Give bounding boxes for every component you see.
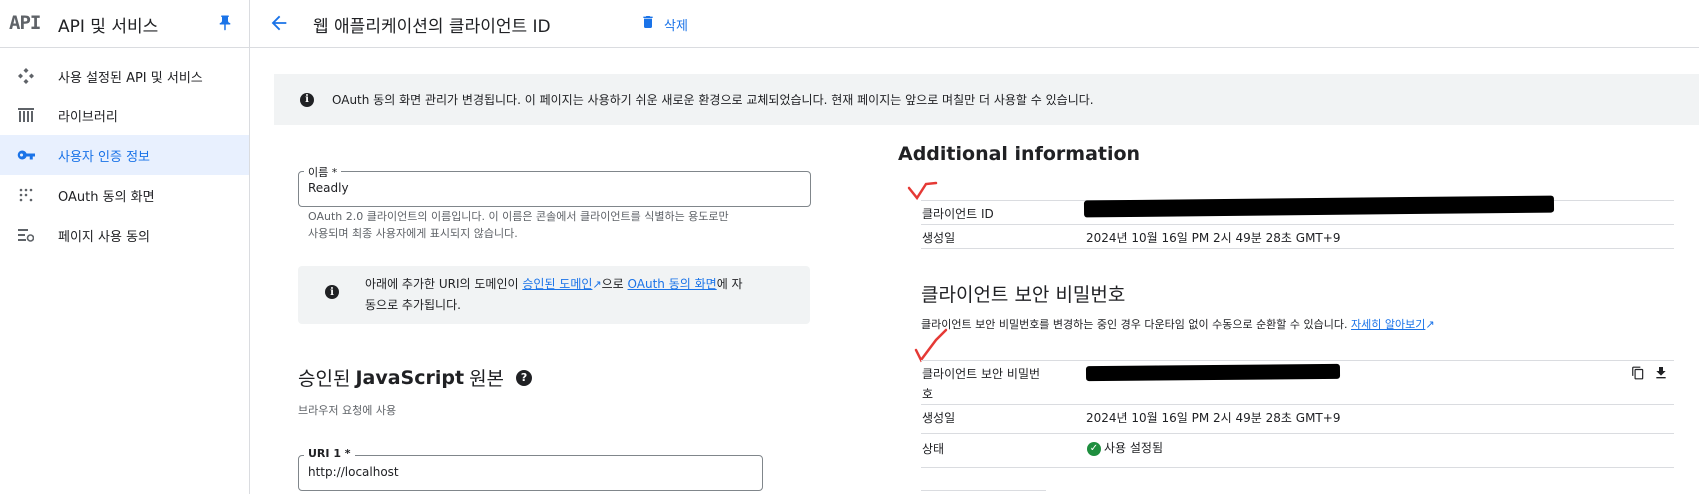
- api-logo: API: [9, 12, 41, 34]
- sidebar-divider: [249, 0, 250, 494]
- sidebar-item-label: 사용 설정된 API 및 서비스: [58, 70, 203, 86]
- client-secret-desc-text: 클라이언트 보안 비밀번호를 변경하는 중인 경우 다운타임 없이 수동으로 순…: [921, 318, 1348, 331]
- created-label: 생성일: [922, 231, 956, 245]
- copy-icon[interactable]: [1631, 365, 1645, 385]
- row-divider: [921, 404, 1674, 405]
- row-divider: [921, 360, 1674, 361]
- external-link-icon: ↗: [1425, 318, 1435, 331]
- delete-button[interactable]: 삭제: [640, 12, 688, 36]
- key-icon: [16, 145, 36, 165]
- js-origins-subtitle: 브라우저 요청에 사용: [298, 404, 397, 417]
- row-divider: [921, 467, 1674, 468]
- client-secret-title: 클라이언트 보안 비밀번호: [921, 284, 1126, 306]
- secret-created-label: 생성일: [922, 411, 956, 425]
- hub-icon: [16, 66, 36, 86]
- back-arrow-icon[interactable]: [268, 12, 290, 34]
- notice-text-part1: 아래에 추가한 URI의 도메인이: [365, 277, 523, 291]
- banner-text: OAuth 동의 화면 관리가 변경됩니다. 이 페이지는 사용하기 쉬운 새로…: [332, 93, 1094, 107]
- secret-created-value: 2024년 10월 16일 PM 2시 49분 28초 GMT+9: [1086, 411, 1341, 425]
- info-banner: i OAuth 동의 화면 관리가 변경됩니다. 이 페이지는 사용하기 쉬운 …: [274, 74, 1699, 125]
- name-field-value[interactable]: Readly: [308, 181, 349, 195]
- sidebar-item-enabled-apis[interactable]: 사용 설정된 API 및 서비스: [0, 56, 249, 96]
- status-text: 사용 설정됨: [1104, 441, 1164, 455]
- partial-button-edge: [921, 490, 1046, 495]
- sidebar-item-credentials[interactable]: 사용자 인증 정보: [0, 135, 249, 175]
- name-helper-line2: 사용되며 최종 사용자에게 표시되지 않습니다.: [308, 227, 518, 240]
- dots-grid-icon: [16, 185, 36, 205]
- notice-text-part3: 에 자: [716, 277, 743, 291]
- page-title: 웹 애플리케이션의 클라이언트 ID: [313, 17, 551, 37]
- notice-text-line2: 동으로 추가됩니다.: [365, 298, 461, 312]
- additional-info-title: Additional information: [898, 143, 1141, 165]
- status-label: 상태: [922, 442, 945, 456]
- delete-label: 삭제: [664, 18, 688, 34]
- js-origins-title-suffix: 원본: [469, 368, 505, 390]
- sidebar-item-label: 페이지 사용 동의: [58, 229, 150, 245]
- authorized-domain-link[interactable]: 승인된 도메인: [522, 277, 592, 291]
- external-link-icon: ↗: [592, 278, 602, 291]
- name-helper-line1: OAuth 2.0 클라이언트의 이름입니다. 이 이름은 콘솔에서 클라이언트…: [308, 210, 729, 223]
- client-secret-label-line2: 호: [922, 387, 934, 401]
- client-secret-value-redacted: [1085, 363, 1341, 382]
- trash-icon: [640, 13, 656, 35]
- status-value: ✓ 사용 설정됨: [1087, 439, 1163, 456]
- row-divider: [921, 248, 1674, 249]
- check-circle-icon: ✓: [1087, 441, 1101, 456]
- sidebar-item-label: 사용자 인증 정보: [58, 149, 150, 165]
- notice-text-part2: 으로: [601, 277, 628, 291]
- oauth-consent-link[interactable]: OAuth 동의 화면: [628, 277, 717, 291]
- row-divider: [921, 433, 1674, 434]
- help-icon[interactable]: ?: [516, 369, 533, 386]
- info-icon: i: [300, 92, 314, 107]
- sidebar-item-label: OAuth 동의 화면: [58, 189, 155, 205]
- uri-1-label: URI 1 *: [304, 447, 355, 460]
- client-secret-label: 클라이언트 보안 비밀번 호: [922, 364, 1040, 404]
- client-id-value-redacted: [1083, 195, 1555, 218]
- name-field-label: 이름 *: [304, 164, 342, 180]
- client-id-label: 클라이언트 ID: [922, 207, 994, 221]
- product-title: API 및 서비스: [58, 17, 159, 37]
- sidebar-item-label: 라이브러리: [58, 109, 118, 125]
- domain-notice-text: 아래에 추가한 URI의 도메인이 승인된 도메인↗으로 OAuth 동의 화면…: [365, 274, 795, 316]
- name-field[interactable]: [298, 171, 811, 207]
- sidebar-item-oauth-consent[interactable]: OAuth 동의 화면: [0, 175, 249, 215]
- topbar-divider: [0, 47, 1699, 48]
- settings-list-icon: [16, 225, 36, 245]
- sidebar-item-page-consent[interactable]: 페이지 사용 동의: [0, 215, 249, 255]
- client-secret-desc: 클라이언트 보안 비밀번호를 변경하는 중인 경우 다운타임 없이 수동으로 순…: [921, 316, 1435, 332]
- uri-1-value[interactable]: http://localhost: [308, 465, 399, 479]
- created-value: 2024년 10월 16일 PM 2시 49분 28초 GMT+9: [1086, 231, 1341, 245]
- learn-more-link[interactable]: 자세히 알아보기: [1351, 318, 1425, 331]
- pin-icon[interactable]: [216, 14, 234, 32]
- row-divider: [921, 224, 1674, 225]
- js-origins-title-bold: JavaScript: [355, 366, 465, 389]
- library-icon: [16, 105, 36, 125]
- download-icon[interactable]: [1653, 365, 1669, 385]
- js-origins-title-prefix: 승인된: [298, 368, 351, 390]
- info-icon: i: [325, 285, 339, 299]
- js-origins-title: 승인된 JavaScript 원본 ?: [298, 364, 533, 391]
- client-secret-label-line1: 클라이언트 보안 비밀번: [922, 367, 1041, 381]
- red-check-annotation: [907, 181, 938, 201]
- sidebar-item-library[interactable]: 라이브러리: [0, 95, 249, 135]
